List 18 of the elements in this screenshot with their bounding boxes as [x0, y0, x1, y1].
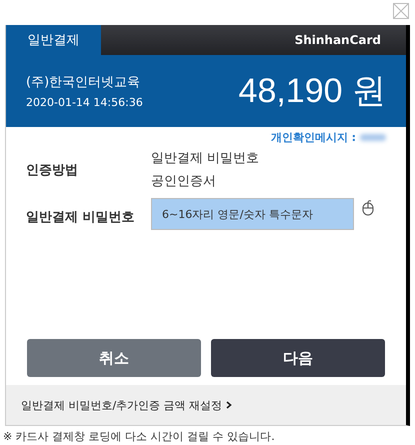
password-field[interactable]: 6~16자리 영문/숫자 특수문자 [151, 198, 354, 230]
personal-message-label: 개인확인메시지 : [270, 130, 356, 145]
brand-logo: ShinhanCard [294, 33, 381, 47]
field-label: 일반결제 비밀번호 [26, 209, 136, 226]
chevron-icon [226, 401, 232, 409]
reset-link[interactable]: 일반결제 비밀번호/추가인증 금액 재설정 [21, 398, 232, 412]
notice-text: ※ 카드사 결제창 로딩에 다소 시간이 걸릴 수 있습니다. [2, 429, 276, 444]
payment-amount: 48,190 원 [238, 71, 386, 112]
cancel-button[interactable]: 취소 [27, 339, 201, 377]
auth-option[interactable]: 일반결제 비밀번호 [151, 149, 260, 167]
blurred-value [360, 134, 386, 141]
auth-option[interactable]: 공인인증서 [151, 172, 260, 190]
tab[interactable]: 일반결제 [6, 25, 101, 55]
merchant-name: (주)한국인터넷교육 [26, 74, 142, 91]
next-button[interactable]: 다음 [211, 339, 385, 377]
mouse-icon[interactable] [362, 200, 374, 216]
payment-datetime: 2020-01-14 14:56:36 [26, 96, 143, 109]
field-label: 인증방법 [26, 162, 79, 178]
